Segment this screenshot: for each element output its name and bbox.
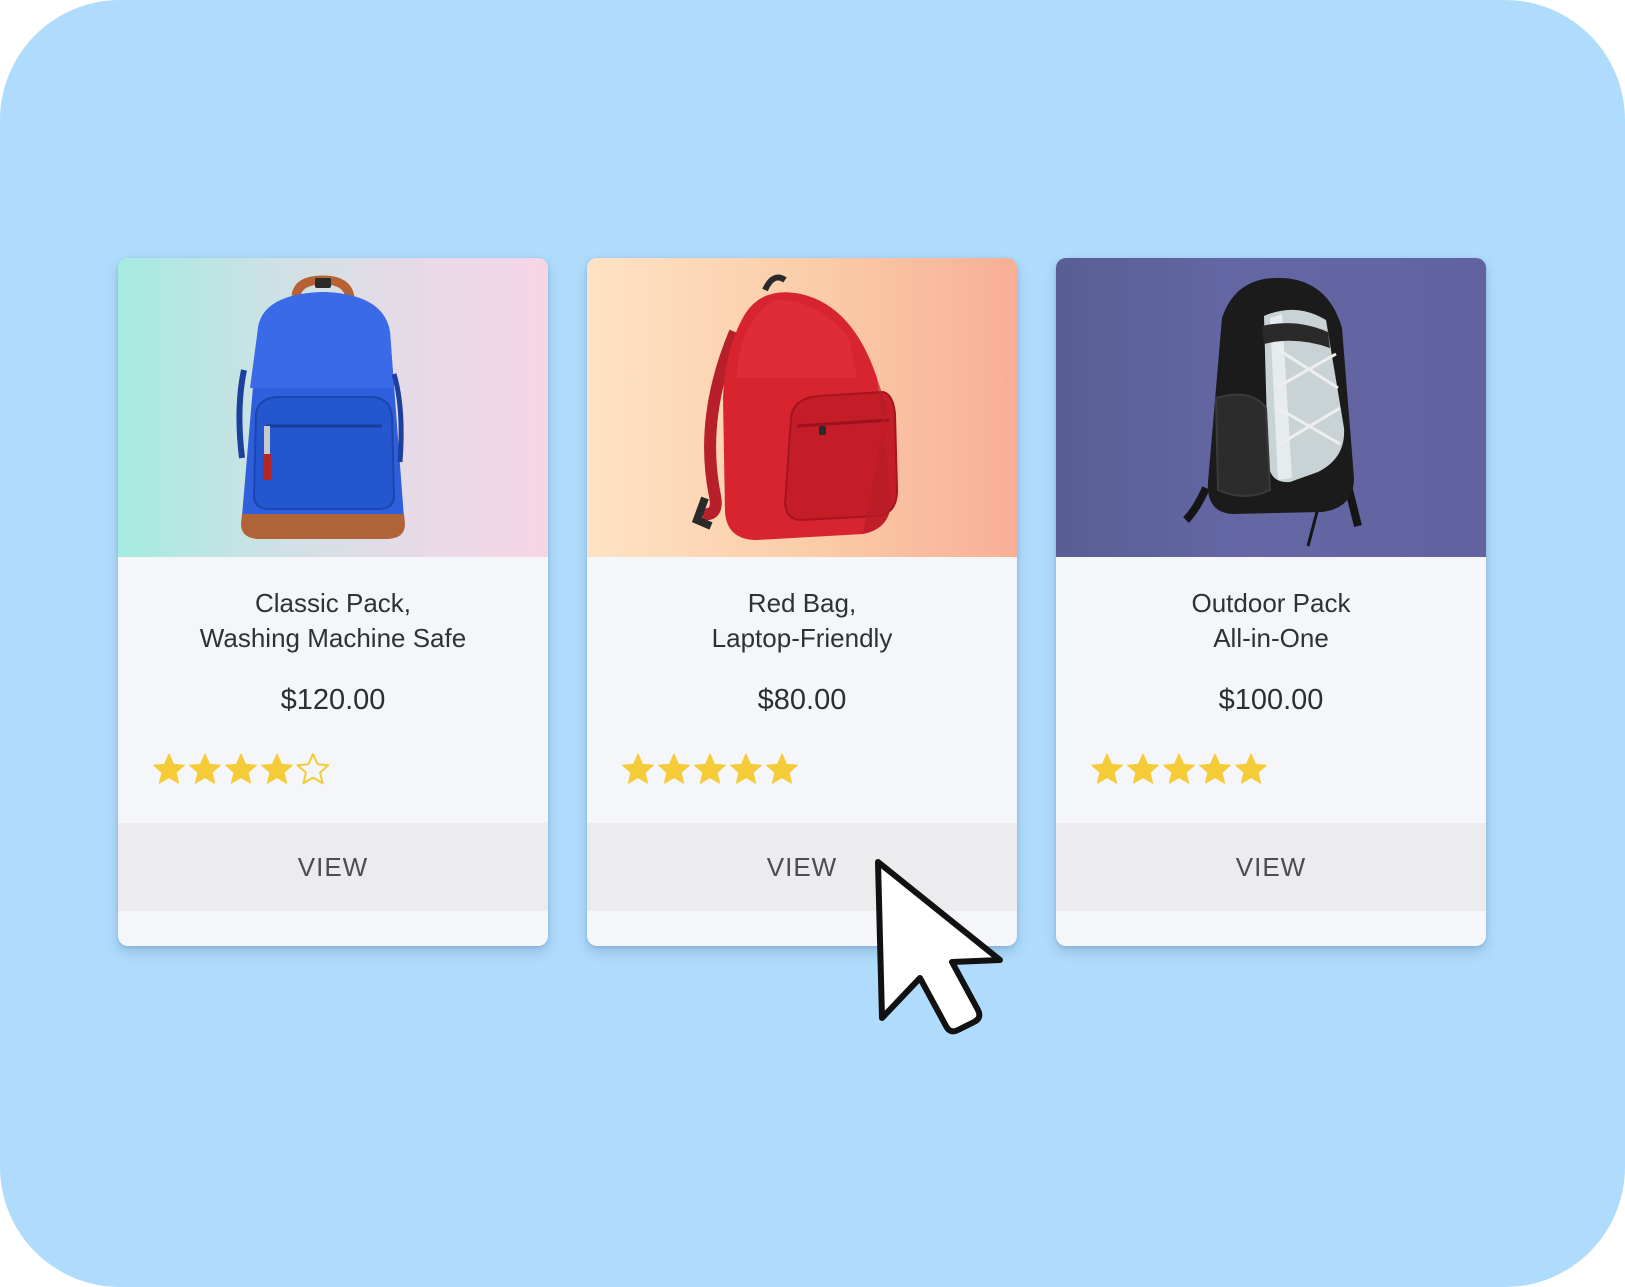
view-button[interactable]: VIEW [118, 823, 548, 911]
star-filled-icon [1235, 753, 1267, 784]
product-title-line-2: Laptop-Friendly [711, 623, 893, 653]
star-empty-icon [296, 753, 330, 785]
product-title-line-1: Red Bag, [747, 588, 857, 618]
product-card-outdoor-pack: Outdoor Pack All-in-One $100.00 VIEW [1056, 258, 1486, 946]
product-price: $80.00 [757, 684, 847, 716]
star-filled-icon [694, 753, 726, 784]
star-filled-icon [1127, 753, 1159, 784]
star-filled-icon [622, 753, 654, 784]
star-filled-icon [1163, 753, 1195, 784]
star-filled-icon [153, 753, 185, 784]
blue-backpack-illustration [236, 275, 405, 539]
product-title-line-1: Outdoor Pack [1191, 588, 1351, 618]
star-filled-icon [261, 753, 293, 784]
star-rating [621, 752, 799, 794]
star-rating [1090, 752, 1268, 794]
product-image-blue-backpack[interactable] [118, 258, 548, 557]
star-filled-icon [1091, 753, 1123, 784]
star-filled-icon [189, 753, 221, 784]
product-price: $120.00 [280, 684, 386, 716]
product-title-line-2: Washing Machine Safe [199, 623, 467, 653]
black-backpack-illustration [1183, 277, 1362, 547]
product-price: $100.00 [1218, 684, 1324, 716]
star-filled-icon [766, 753, 798, 784]
star-filled-icon [658, 753, 690, 784]
arrow-pointer-icon [875, 859, 1003, 1035]
product-card-classic-pack: Classic Pack, Washing Machine Safe $120.… [118, 258, 548, 946]
product-title-line-2: All-in-One [1213, 623, 1329, 653]
product-image-black-outdoor-backpack[interactable] [1056, 258, 1486, 557]
product-image-red-backpack[interactable] [587, 258, 1017, 557]
star-filled-icon [1199, 753, 1231, 784]
product-title[interactable]: Classic Pack, Washing Machine Safe [118, 586, 548, 656]
star-filled-icon [225, 753, 257, 784]
product-title[interactable]: Outdoor Pack All-in-One [1056, 586, 1486, 656]
product-title-line-1: Classic Pack, [254, 588, 412, 618]
canvas-background: Classic Pack, Washing Machine Safe $120.… [0, 0, 1625, 1287]
star-filled-icon [730, 753, 762, 784]
product-title[interactable]: Red Bag, Laptop-Friendly [587, 586, 1017, 656]
red-backpack-illustration [691, 274, 899, 540]
product-card-red-bag: Red Bag, Laptop-Friendly $80.00 VIEW [587, 258, 1017, 946]
view-button[interactable]: VIEW [1056, 823, 1486, 911]
star-rating [152, 752, 330, 794]
